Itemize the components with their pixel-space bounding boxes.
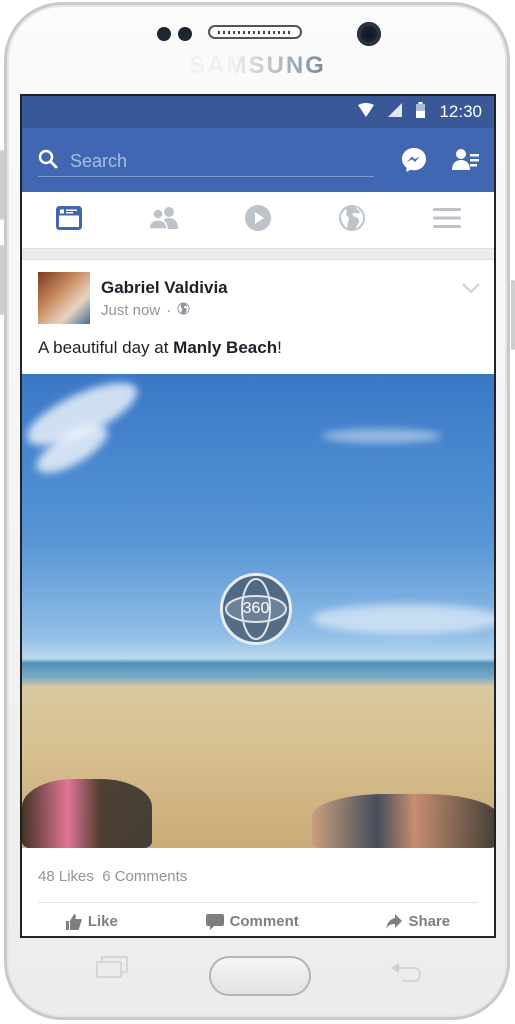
post-meta: Just now · [101, 302, 190, 319]
proximity-sensor [157, 27, 171, 41]
screen: 12:30 Gabriel [20, 94, 496, 938]
post-time[interactable]: Just now [101, 302, 160, 319]
360-badge[interactable]: 360 [220, 573, 292, 645]
post-stats: 48 Likes 6 Comments [22, 848, 494, 902]
friend-requests-icon [452, 148, 480, 177]
comment-label: Comment [229, 913, 299, 930]
clock: 12:30 [439, 102, 482, 121]
post-360-photo[interactable]: 360 [22, 374, 494, 848]
chevron-down-icon [462, 280, 480, 297]
back-button[interactable] [390, 962, 422, 989]
comment-button[interactable]: Comment [205, 913, 299, 930]
tab-friends[interactable] [144, 200, 184, 240]
share-label: Share [408, 913, 451, 930]
bixby-button [0, 245, 4, 315]
comments-count[interactable]: 6 Comments [102, 868, 187, 885]
search-input[interactable] [68, 149, 352, 173]
tab-notifications[interactable] [332, 200, 372, 240]
brand-logo: SAMSUNG [0, 52, 515, 80]
beachgoers [22, 779, 152, 848]
status-bar: 12:30 [22, 96, 494, 128]
post-text: A beautiful day at Manly Beach! [22, 328, 494, 374]
avatar[interactable] [38, 272, 90, 324]
recent-apps-icon [96, 956, 128, 982]
recent-apps-button[interactable] [96, 956, 128, 983]
tab-video[interactable] [238, 200, 278, 240]
messenger-icon [401, 147, 427, 178]
cloud [322, 429, 442, 443]
share-arrow-icon [386, 913, 403, 930]
public-globe-icon [177, 302, 190, 319]
search-icon [38, 149, 58, 174]
app-bar [22, 128, 494, 192]
post-text-suffix: ! [277, 338, 282, 357]
battery-icon [416, 101, 426, 123]
like-button[interactable]: Like [65, 913, 118, 930]
post-options-button[interactable] [462, 280, 480, 298]
post-place-link[interactable]: Manly Beach [173, 338, 277, 357]
search-bar[interactable] [38, 146, 374, 177]
friends-icon [147, 206, 179, 235]
earpiece-speaker [208, 25, 302, 39]
video-play-icon [244, 204, 272, 237]
post-author[interactable]: Gabriel Valdivia [101, 278, 228, 298]
beachgoers [312, 794, 494, 848]
friend-requests-button[interactable] [452, 148, 480, 176]
home-button[interactable] [209, 956, 311, 996]
comment-icon [205, 913, 224, 930]
volume-button [0, 150, 4, 220]
feed-post: Gabriel Valdivia Just now · A beautiful … [22, 260, 494, 930]
signal-icon [388, 102, 403, 122]
front-camera [357, 22, 381, 46]
cloud [312, 604, 494, 634]
globe-icon [338, 204, 366, 237]
back-arrow-icon [390, 963, 422, 988]
share-button[interactable]: Share [386, 913, 450, 930]
like-label: Like [87, 913, 118, 930]
feed-separator [22, 249, 494, 260]
360-label: 360 [242, 600, 270, 617]
news-feed-icon [56, 205, 83, 235]
post-text-prefix: A beautiful day at [38, 338, 174, 357]
post-header: Gabriel Valdivia Just now · [22, 260, 494, 328]
likes-count[interactable]: 48 Likes [38, 868, 94, 885]
power-button [511, 280, 515, 350]
thumbs-up-icon [65, 913, 82, 930]
hamburger-menu-icon [432, 206, 461, 235]
meta-separator: · [166, 302, 172, 319]
post-actions: Like Comment Share [22, 903, 494, 930]
light-sensor [178, 27, 192, 41]
tab-bar [22, 192, 494, 249]
messenger-button[interactable] [400, 147, 428, 178]
tab-menu[interactable] [427, 200, 467, 240]
wifi-icon [358, 102, 375, 122]
tab-news-feed[interactable] [49, 200, 89, 240]
